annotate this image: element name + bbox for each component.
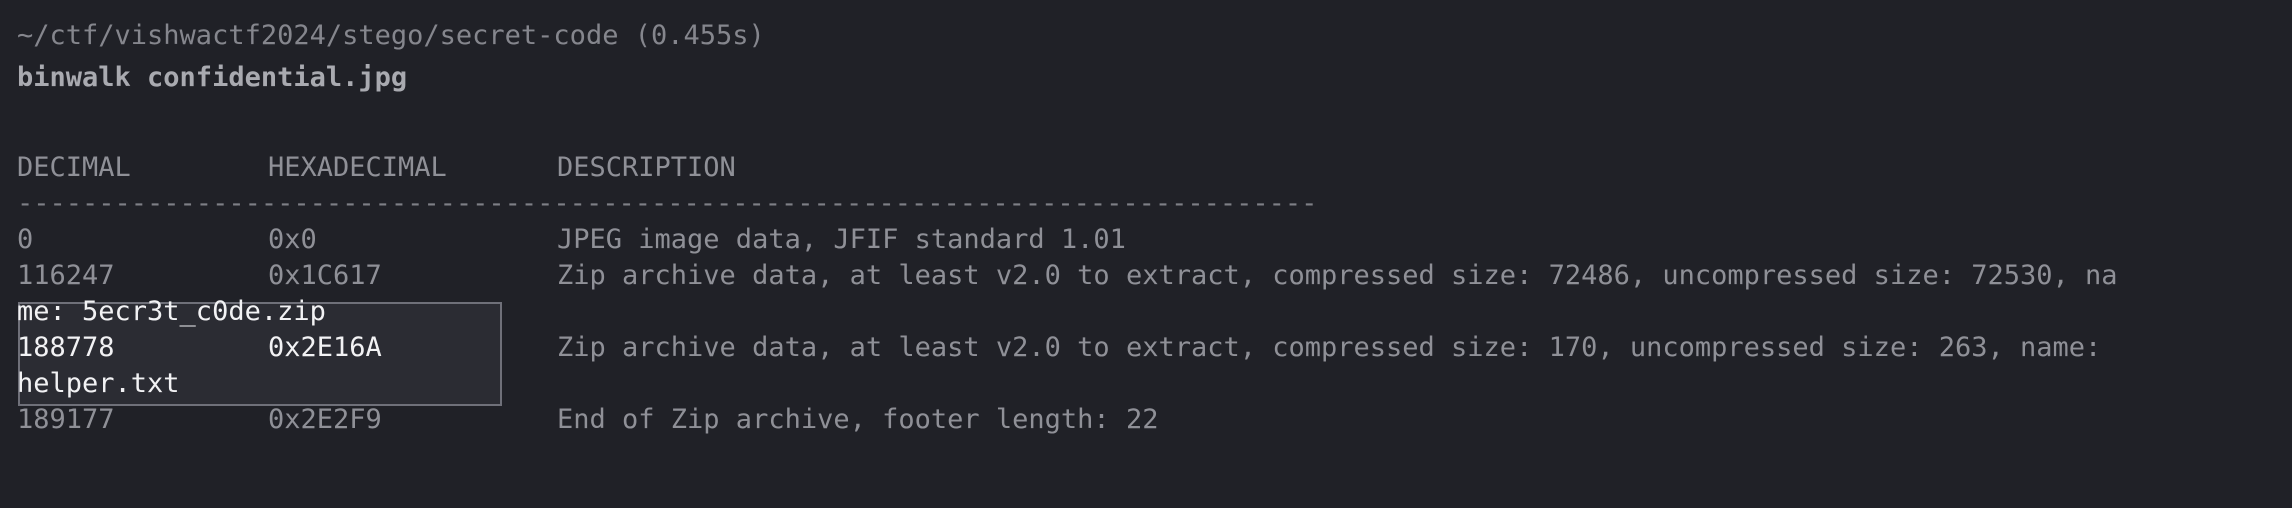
terminal-output[interactable]: ~/ctf/vishwactf2024/stego/secret-code (0… (0, 0, 2292, 508)
table-row: 0 0x0 JPEG image data, JFIF standard 1.0… (17, 222, 2287, 258)
decimal-cell: 188778 (17, 332, 115, 363)
working-directory-line: ~/ctf/vishwactf2024/stego/secret-code (0… (17, 20, 765, 51)
hex-cell: 0x2E2F9 (268, 404, 382, 435)
hex-cell: 0x1C617 (268, 260, 382, 291)
header-divider: ----------------------------------------… (17, 188, 1318, 219)
description-cell: Zip archive data, at least v2.0 to extra… (557, 260, 2118, 291)
wrapped-description-line: me: 5ecr3t_c0de.zip (17, 296, 326, 327)
column-header-hexadecimal: HEXADECIMAL (268, 152, 447, 183)
description-cell: JPEG image data, JFIF standard 1.01 (557, 224, 1126, 255)
table-row: 189177 0x2E2F9 End of Zip archive, foote… (17, 402, 2287, 438)
column-header-description: DESCRIPTION (557, 152, 736, 183)
decimal-cell: 189177 (17, 404, 115, 435)
hex-cell: 0x0 (268, 224, 317, 255)
hex-cell: 0x2E16A (268, 332, 382, 363)
decimal-cell: 116247 (17, 260, 115, 291)
table-row: 116247 0x1C617 Zip archive data, at leas… (17, 258, 2292, 294)
decimal-cell: 0 (17, 224, 34, 255)
column-header-decimal: DECIMAL (17, 152, 131, 183)
description-cell: End of Zip archive, footer length: 22 (557, 404, 1159, 435)
description-cell: Zip archive data, at least v2.0 to extra… (557, 332, 2102, 363)
command-line: binwalk confidential.jpg (17, 62, 408, 93)
table-header: DECIMAL HEXADECIMAL DESCRIPTION (17, 150, 2287, 186)
wrapped-description-line: helper.txt (17, 368, 180, 399)
table-row: 188778 0x2E16A Zip archive data, at leas… (17, 330, 2287, 366)
